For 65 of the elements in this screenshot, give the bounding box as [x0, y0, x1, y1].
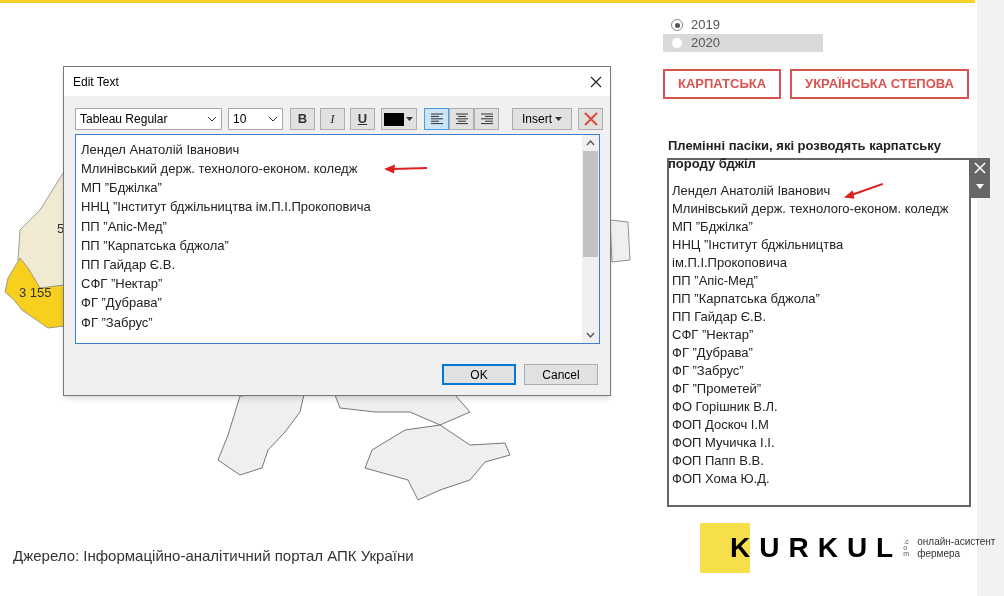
- panel-line: ФОП Папп В.В.: [672, 452, 764, 471]
- panel-line: ім.П.І.Прокоповича: [672, 254, 787, 273]
- editor-line: Млинівський держ. технолого-економ. коледж: [81, 160, 358, 179]
- editor-line: СФГ ”Нектар”: [81, 275, 163, 294]
- source-text: Джерело: Інформаційно-аналітичний портал АПК України: [13, 546, 414, 566]
- dialog-button[interactable]: Cancel: [524, 364, 598, 385]
- year-radio[interactable]: 2019: [663, 16, 823, 34]
- panel-heading: Племінні пасіки, які розводять карпатську породу бджіл: [667, 137, 943, 173]
- arrow-icon: [383, 162, 430, 175]
- text-editor[interactable]: [75, 134, 600, 344]
- breed-button[interactable]: УКРАЇНСЬКА СТЕПОВА: [790, 69, 969, 99]
- align-left-button[interactable]: [424, 108, 449, 130]
- panel-line: СФГ ”Нектар”: [672, 326, 754, 345]
- caret-icon: [555, 117, 562, 121]
- font-dropdown[interactable]: Tableau Regular: [75, 108, 222, 130]
- close-icon[interactable]: [590, 75, 602, 88]
- panel-line: ПП ”Апіс-Мед”: [672, 272, 758, 291]
- panel-line: ФГ ”Дубрава”: [672, 344, 753, 363]
- panel-line: ННЦ ”Інститут бджільництва: [672, 236, 844, 255]
- editor-line: Лендел Анатолій Іванович: [81, 140, 240, 159]
- panel-line: Млинівський держ. технолого-економ. коледж: [672, 200, 949, 219]
- panel-line: ФГ ”Забрус”: [672, 362, 744, 381]
- delete-button[interactable]: [578, 108, 603, 130]
- italic-button[interactable]: I: [320, 108, 345, 130]
- scroll-up-icon[interactable]: [586, 140, 595, 146]
- align-center-icon: [454, 113, 469, 125]
- dialog-button[interactable]: OK: [442, 364, 516, 385]
- panel-line: ПП Гайдар Є.В.: [672, 308, 766, 327]
- panel-line: ФОП Хома Ю.Д.: [672, 470, 770, 489]
- caret-icon: [268, 116, 278, 122]
- dialog-title: Edit Text: [73, 73, 119, 91]
- scroll-down-icon[interactable]: [586, 332, 595, 338]
- insert-button[interactable]: Insert: [512, 108, 572, 130]
- align-right-button[interactable]: [474, 108, 499, 130]
- panel-line: МП ”Бджілка”: [672, 218, 753, 237]
- editor-line: ФГ ”Дубрава”: [81, 294, 162, 313]
- underline-button[interactable]: U: [350, 108, 375, 130]
- scrollbar[interactable]: [582, 135, 599, 343]
- delete-icon: [583, 112, 598, 126]
- panel-line: ФО Горішник В.Л.: [672, 398, 778, 417]
- editor-line: МП ”Бджілка”: [81, 179, 162, 198]
- panel-line: ПП ”Карпатська бджола”: [672, 290, 820, 309]
- align-left-icon: [429, 113, 444, 125]
- logo-tagline: фермера: [917, 548, 962, 560]
- editor-line: ПП ”Карпатська бджола”: [81, 236, 229, 255]
- breed-button[interactable]: КАРПАТСЬКА: [663, 69, 782, 99]
- caret-icon: [207, 116, 217, 122]
- editor-line: ННЦ ”Інститут бджільництва ім.П.І.Прокоповича: [81, 198, 371, 217]
- editor-line: ПП Гайдар Є.В.: [81, 255, 175, 274]
- editor-line: ФГ ”Забрус”: [81, 313, 153, 332]
- panel-line: ФГ ”Прометей”: [672, 380, 762, 399]
- dropdown-caret-icon[interactable]: [976, 184, 984, 189]
- logo-tagline: онлайн-асистент: [917, 536, 996, 548]
- year-radio[interactable]: 2020: [663, 34, 823, 52]
- panel-line: Лендел Анатолій Іванович: [672, 182, 831, 201]
- panel-line: ФОП Доскоч І.М: [672, 416, 769, 435]
- map-label: 3 155: [19, 284, 52, 302]
- color-picker[interactable]: [381, 108, 417, 130]
- align-center-button[interactable]: [449, 108, 474, 130]
- bold-button[interactable]: B: [290, 108, 315, 130]
- panel-line: ФОП Мучичка І.І.: [672, 434, 775, 453]
- caret-icon: [406, 117, 413, 121]
- align-right-icon: [479, 113, 494, 125]
- editor-line: ПП ”Апіс-Мед”: [81, 217, 167, 236]
- size-dropdown[interactable]: 10: [228, 108, 283, 130]
